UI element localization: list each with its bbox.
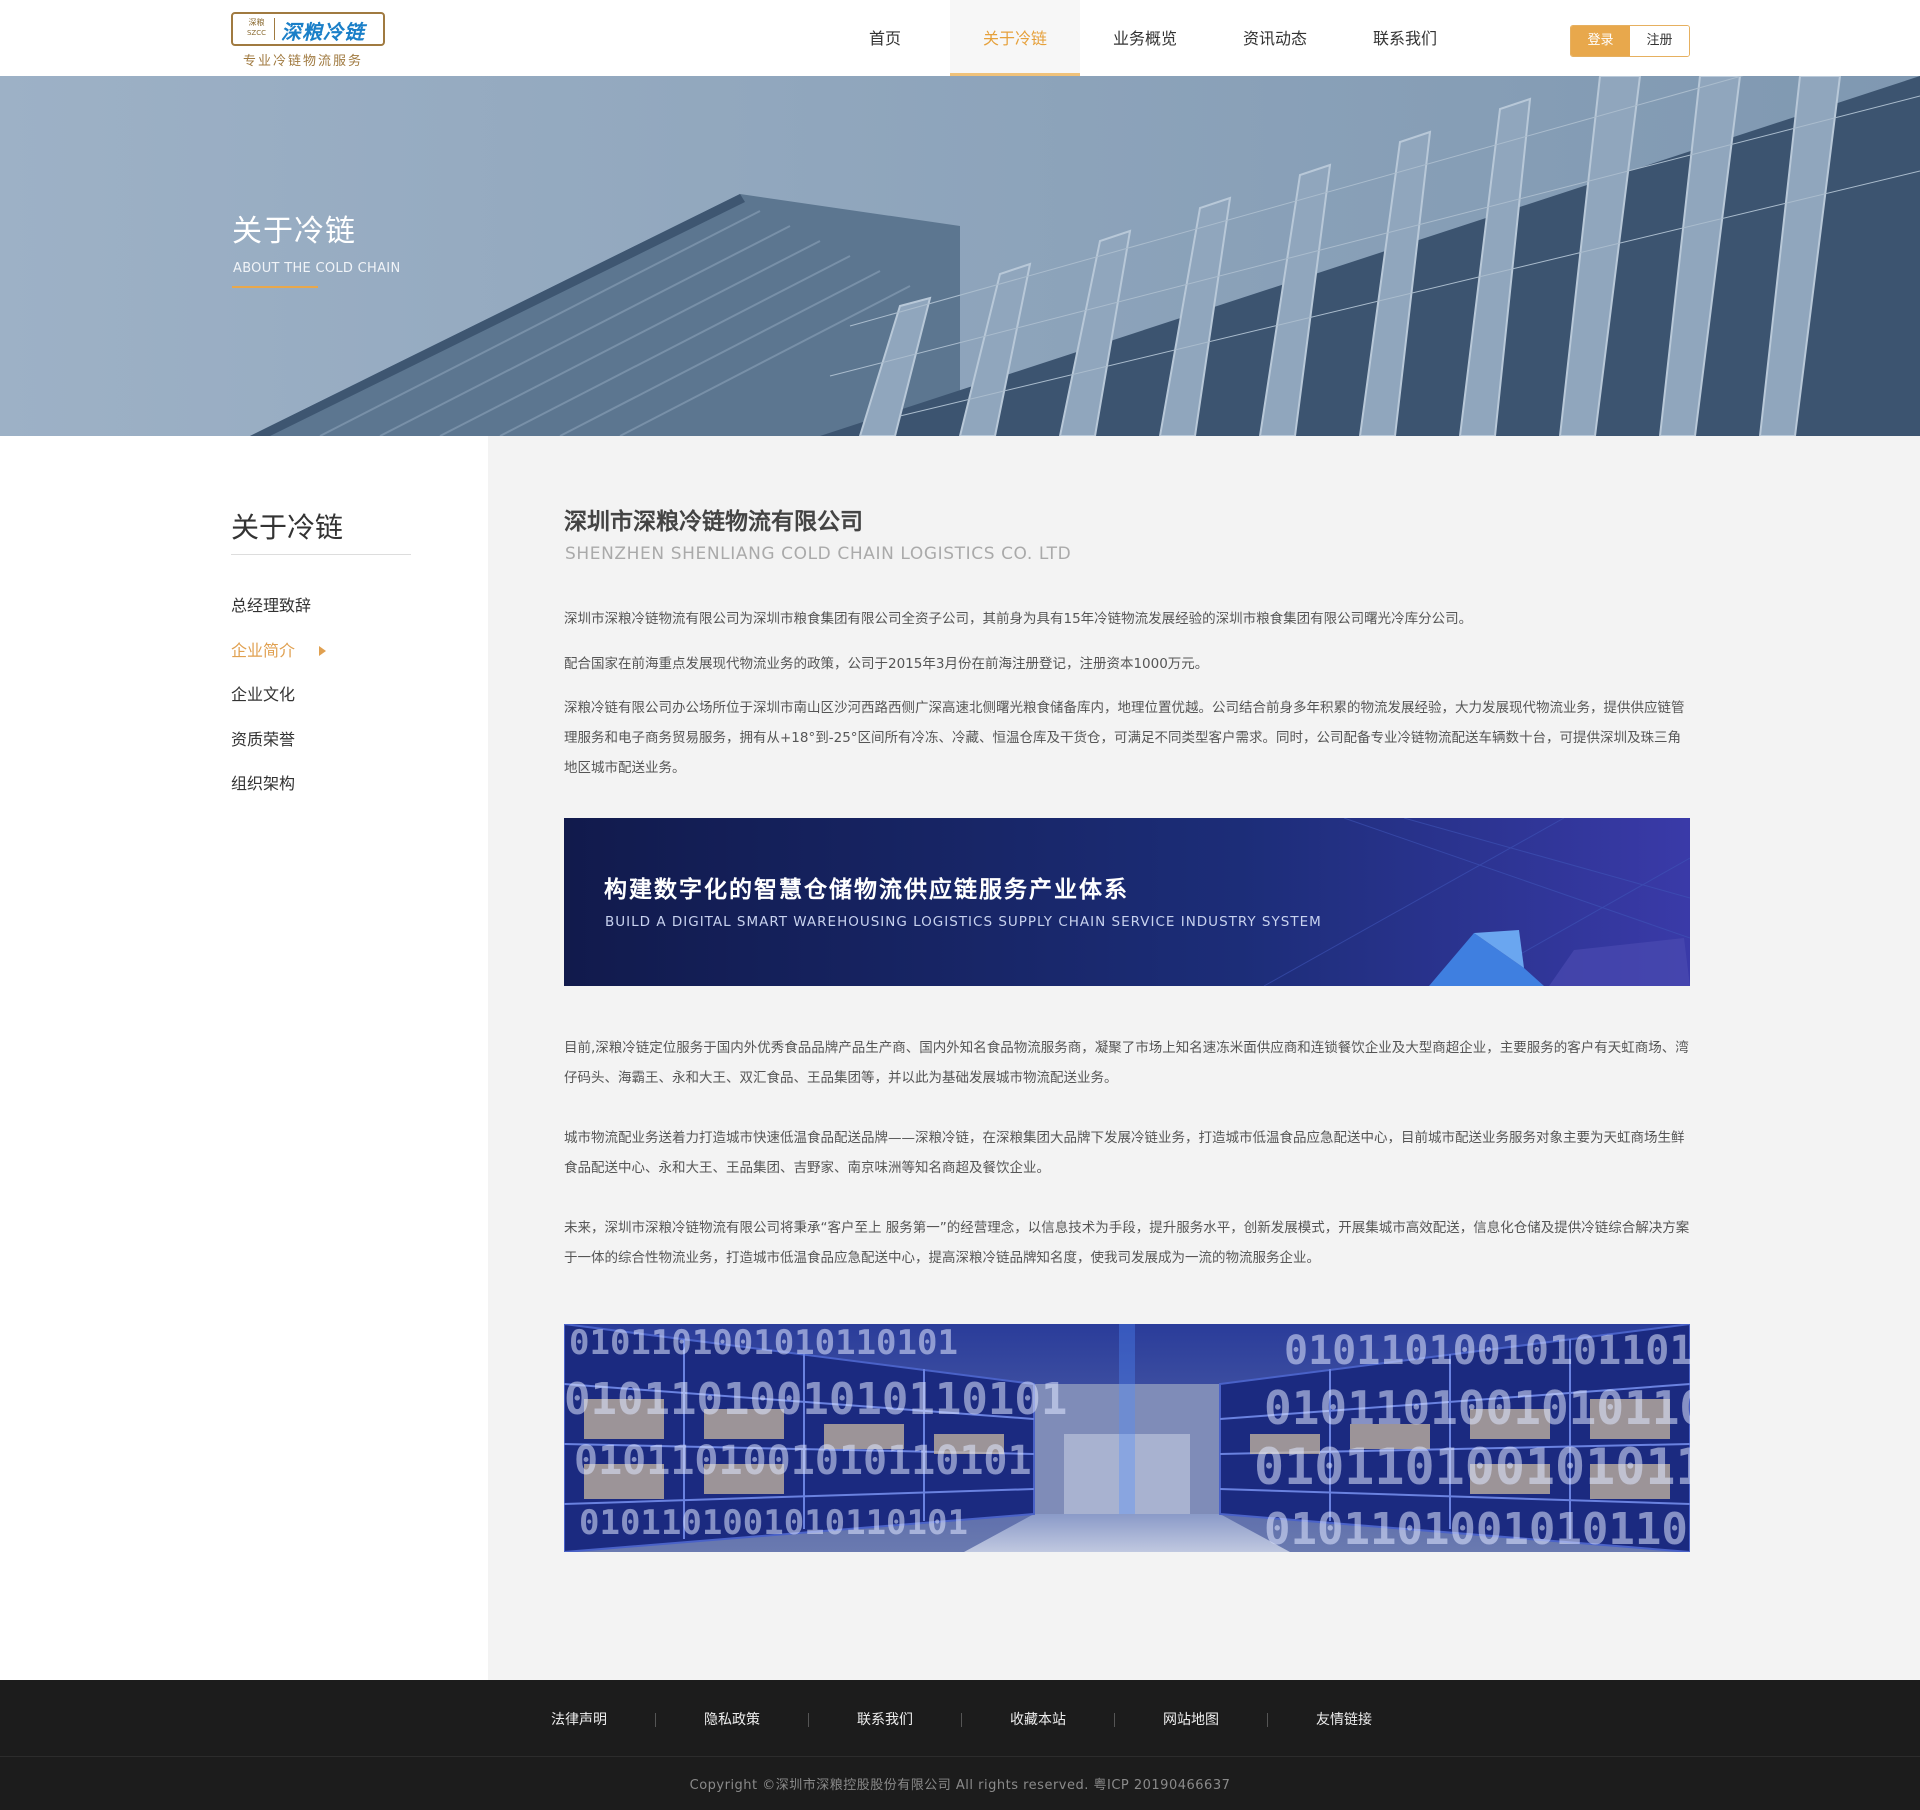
footer-link-friends[interactable]: 友情链接: [1268, 1710, 1420, 1730]
tagline-subtitle: BUILD A DIGITAL SMART WAREHOUSING LOGIST…: [605, 914, 1322, 930]
login-button[interactable]: 登录: [1571, 26, 1630, 56]
main-nav: 首页 关于冷链 业务概览 资讯动态 联系我们: [820, 0, 1470, 76]
sidebar-item-company-profile[interactable]: 企业简介: [231, 629, 327, 674]
banner-underline: [232, 286, 318, 288]
binary-digits-text: 0101101001010110101: [574, 1438, 1032, 1484]
binary-digits-text: 0101101001010110101: [579, 1503, 968, 1543]
sidebar-item-label: 企业文化: [231, 685, 296, 705]
warehouse-image: 0101101001010110101 0101101001010110101 …: [564, 1324, 1690, 1552]
logo-seal-bottom: SZCC: [246, 29, 266, 37]
company-subtitle: SHENZHEN SHENLIANG COLD CHAIN LOGISTICS …: [565, 544, 1072, 564]
intro-paragraph: 配合国家在前海重点发展现代物流业务的政策，公司于2015年3月份在前海注册登记，…: [564, 656, 1209, 672]
footer-link-sitemap[interactable]: 网站地图: [1115, 1710, 1267, 1730]
warehouse-illustration: 0101101001010110101 0101101001010110101 …: [564, 1324, 1690, 1552]
logo-seal: 深粮 SZCC: [239, 18, 275, 40]
sidebar-item-label: 企业简介: [231, 640, 296, 660]
site-logo[interactable]: 深粮 SZCC 深粮冷链 专业冷链物流服务: [231, 12, 387, 69]
nav-item-home[interactable]: 首页: [820, 0, 950, 76]
footer-link-legal[interactable]: 法律声明: [503, 1710, 655, 1730]
sidebar-item-honors[interactable]: 资质荣誉: [231, 718, 326, 763]
register-button[interactable]: 注册: [1630, 26, 1689, 56]
binary-digits-text: 0101101001010110101: [1254, 1438, 1690, 1496]
sidebar-menu: 总经理致辞 企业简介 企业文化 资质荣誉 组织架构: [231, 584, 327, 807]
sidebar-title: 关于冷链: [231, 511, 344, 544]
binary-digits-text: 0101101001010110101: [564, 1374, 1067, 1425]
sidebar-item-ceo-message[interactable]: 总经理致辞: [231, 584, 326, 629]
sidebar-item-label: 总经理致辞: [231, 596, 312, 616]
copyright-text: Copyright ©深圳市深粮控股股份有限公司 All rights rese…: [689, 1778, 1231, 1793]
intro-paragraph: 深圳市深粮冷链物流有限公司为深圳市粮食集团有限公司全资子公司，其前身为具有15年…: [564, 611, 1473, 627]
business-paragraph: 城市物流配业务送着力打造城市快速低温食品配送品牌——深粮冷链，在深粮集团大品牌下…: [564, 1130, 1685, 1176]
footer-link-contact[interactable]: 联系我们: [809, 1710, 961, 1730]
banner-building-image: [0, 76, 1920, 436]
sidebar-item-label: 资质荣誉: [231, 729, 296, 749]
banner-subtitle: ABOUT THE COLD CHAIN: [233, 261, 401, 276]
sidebar: 关于冷链 总经理致辞 企业简介 企业文化 资质荣誉 组织架构: [0, 436, 488, 1680]
binary-digits-text: 0101101001010110101: [1264, 1504, 1690, 1552]
binary-digits-text: 0101101001010110101: [1264, 1381, 1690, 1435]
footer-link-bookmark[interactable]: 收藏本站: [962, 1710, 1114, 1730]
caret-right-icon: [319, 645, 327, 656]
logo-name: 深粮冷链: [281, 20, 365, 44]
footer-divider: [0, 1756, 1920, 1757]
main-content: 深圳市深粮冷链物流有限公司 SHENZHEN SHENLIANG COLD CH…: [488, 436, 1920, 1680]
sidebar-item-label: 组织架构: [231, 774, 296, 794]
footer-link-privacy[interactable]: 隐私政策: [656, 1710, 808, 1730]
logo-seal-top: 深粮: [248, 18, 265, 27]
tagline-banner: 构建数字化的智慧仓储物流供应链服务产业体系 BUILD A DIGITAL SM…: [564, 818, 1690, 986]
tagline-title: 构建数字化的智慧仓储物流供应链服务产业体系: [604, 877, 1129, 903]
nav-item-business[interactable]: 业务概览: [1080, 0, 1210, 76]
company-title: 深圳市深粮冷链物流有限公司: [564, 509, 863, 535]
business-paragraph: 未来，深圳市深粮冷链物流有限公司将秉承“客户至上 服务第一”的经营理念，以信息技…: [564, 1220, 1690, 1266]
business-paragraph: 目前,深粮冷链定位服务于国内外优秀食品品牌产品生产商、国内外知名食品物流服务商，…: [564, 1040, 1689, 1086]
binary-digits-text: 0101101001010110101: [1284, 1328, 1690, 1374]
sidebar-item-organization[interactable]: 组织架构: [231, 762, 326, 807]
footer-links: 法律声明 隐私政策 联系我们 收藏本站 网站地图 友情链接: [503, 1710, 1420, 1730]
site-footer: 法律声明 隐私政策 联系我们 收藏本站 网站地图 友情链接 Copyright …: [0, 1680, 1920, 1810]
auth-buttons: 登录 注册: [1570, 25, 1690, 57]
nav-item-news[interactable]: 资讯动态: [1210, 0, 1340, 76]
page-banner: 关于冷链 ABOUT THE COLD CHAIN: [0, 76, 1920, 436]
banner-title: 关于冷链: [232, 214, 356, 249]
intro-paragraph: 深粮冷链有限公司办公场所位于深圳市南山区沙河西路西侧广深高速北侧曙光粮食储备库内…: [564, 700, 1685, 776]
site-header: 深粮 SZCC 深粮冷链 专业冷链物流服务 首页 关于冷链 业务概览 资讯动态 …: [0, 0, 1920, 76]
logo-slogan: 专业冷链物流服务: [243, 54, 364, 69]
nav-item-contact[interactable]: 联系我们: [1340, 0, 1470, 76]
sidebar-item-culture[interactable]: 企业文化: [231, 673, 326, 718]
nav-item-about[interactable]: 关于冷链: [950, 0, 1080, 76]
binary-digits-text: 0101101001010110101: [569, 1324, 958, 1363]
sidebar-divider: [231, 554, 411, 555]
logo-box: 深粮 SZCC 深粮冷链: [231, 12, 385, 46]
